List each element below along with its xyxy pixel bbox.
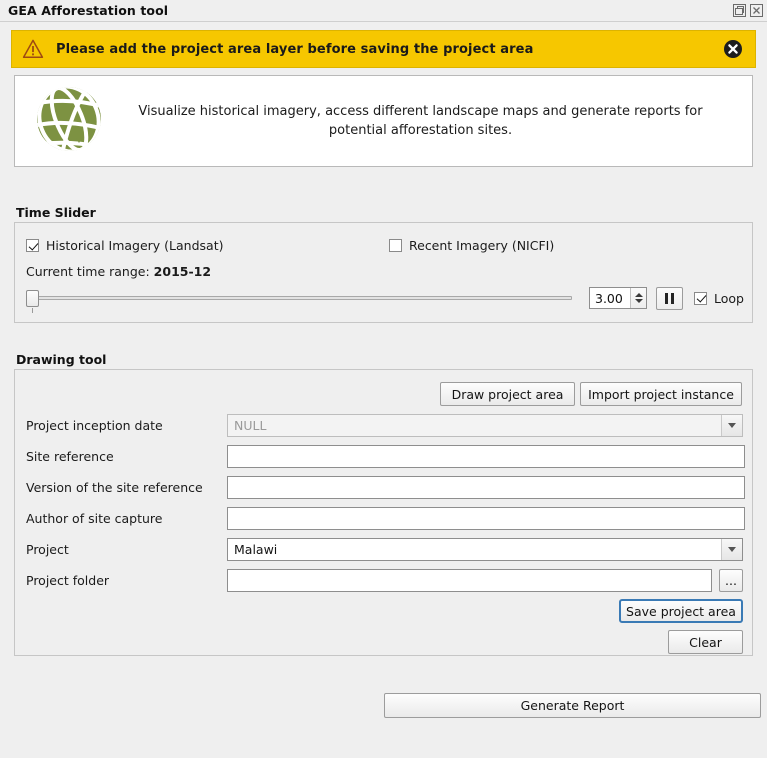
time-slider-tick bbox=[32, 308, 33, 313]
spinbox-arrows[interactable] bbox=[630, 288, 646, 308]
pause-bar-left bbox=[665, 292, 668, 304]
time-slider-handle[interactable] bbox=[26, 290, 39, 307]
time-slider-group-title: Time Slider bbox=[16, 205, 96, 220]
close-icon[interactable] bbox=[723, 39, 743, 59]
close-window-icon[interactable] bbox=[749, 4, 763, 18]
pause-bar-right bbox=[671, 292, 674, 304]
label-author-of-site-capture: Author of site capture bbox=[26, 510, 163, 526]
time-slider-controls-row: 3.00 Loop bbox=[26, 286, 744, 313]
intro-description: Visualize historical imagery, access dif… bbox=[138, 104, 703, 138]
window-title-bar: GEA Afforestation tool bbox=[0, 0, 767, 22]
checkbox-recent-box[interactable] bbox=[389, 239, 402, 252]
playback-speed-value[interactable]: 3.00 bbox=[590, 288, 630, 308]
globe-logo-icon bbox=[31, 83, 107, 159]
time-slider-groove[interactable] bbox=[32, 296, 572, 300]
checkbox-historical-label: Historical Imagery (Landsat) bbox=[46, 238, 224, 253]
checkbox-historical-imagery[interactable]: Historical Imagery (Landsat) bbox=[26, 238, 224, 253]
warning-message-text: Please add the project area layer before… bbox=[56, 41, 534, 57]
checkbox-loop-box[interactable] bbox=[694, 291, 707, 305]
label-project-folder: Project folder bbox=[26, 572, 110, 588]
version-of-site-reference-input[interactable] bbox=[227, 476, 745, 499]
project-inception-date-value: NULL bbox=[234, 418, 267, 433]
label-project-inception-date: Project inception date bbox=[26, 417, 163, 433]
time-range-value: 2015-12 bbox=[153, 264, 212, 279]
site-reference-input[interactable] bbox=[227, 445, 745, 468]
drawing-tool-group-title: Drawing tool bbox=[16, 352, 107, 367]
spinbox-up-arrow-icon[interactable] bbox=[634, 293, 643, 297]
chevron-down-icon[interactable] bbox=[721, 415, 742, 436]
pause-icon[interactable] bbox=[656, 286, 683, 310]
chevron-down-icon[interactable] bbox=[721, 539, 742, 560]
browse-folder-button[interactable]: ... bbox=[719, 569, 743, 592]
float-window-icon[interactable] bbox=[732, 4, 746, 18]
save-project-area-button[interactable]: Save project area bbox=[619, 599, 743, 623]
label-site-reference: Site reference bbox=[26, 448, 114, 464]
checkbox-historical-box[interactable] bbox=[26, 239, 39, 252]
playback-speed-spinbox[interactable]: 3.00 bbox=[589, 287, 647, 309]
author-of-site-capture-input[interactable] bbox=[227, 507, 745, 530]
checkbox-recent-label: Recent Imagery (NICFI) bbox=[409, 238, 555, 253]
import-project-instance-button[interactable]: Import project instance bbox=[580, 382, 742, 406]
checkbox-recent-imagery[interactable]: Recent Imagery (NICFI) bbox=[389, 238, 554, 253]
spinbox-down-arrow-icon[interactable] bbox=[634, 299, 643, 303]
project-folder-input[interactable] bbox=[227, 569, 712, 592]
project-value: Malawi bbox=[234, 542, 278, 557]
warning-message-bar: Please add the project area layer before… bbox=[11, 30, 756, 68]
time-slider[interactable] bbox=[26, 287, 574, 313]
current-time-range: Current time range: 2015-12 bbox=[26, 264, 211, 279]
checkbox-loop-label: Loop bbox=[714, 290, 744, 306]
intro-panel: Visualize historical imagery, access dif… bbox=[14, 75, 753, 167]
label-version-of-site-reference: Version of the site reference bbox=[26, 479, 203, 495]
checkbox-loop[interactable]: Loop bbox=[694, 291, 744, 306]
draw-project-area-button[interactable]: Draw project area bbox=[440, 382, 575, 406]
window-title: GEA Afforestation tool bbox=[8, 3, 169, 18]
generate-report-button[interactable]: Generate Report bbox=[384, 693, 761, 718]
warning-triangle-icon bbox=[22, 38, 44, 60]
project-inception-date-combo[interactable]: NULL bbox=[227, 414, 743, 437]
project-combo[interactable]: Malawi bbox=[227, 538, 743, 561]
clear-button[interactable]: Clear bbox=[668, 630, 743, 654]
time-range-prefix: Current time range: bbox=[26, 264, 154, 279]
label-project: Project bbox=[26, 541, 69, 557]
